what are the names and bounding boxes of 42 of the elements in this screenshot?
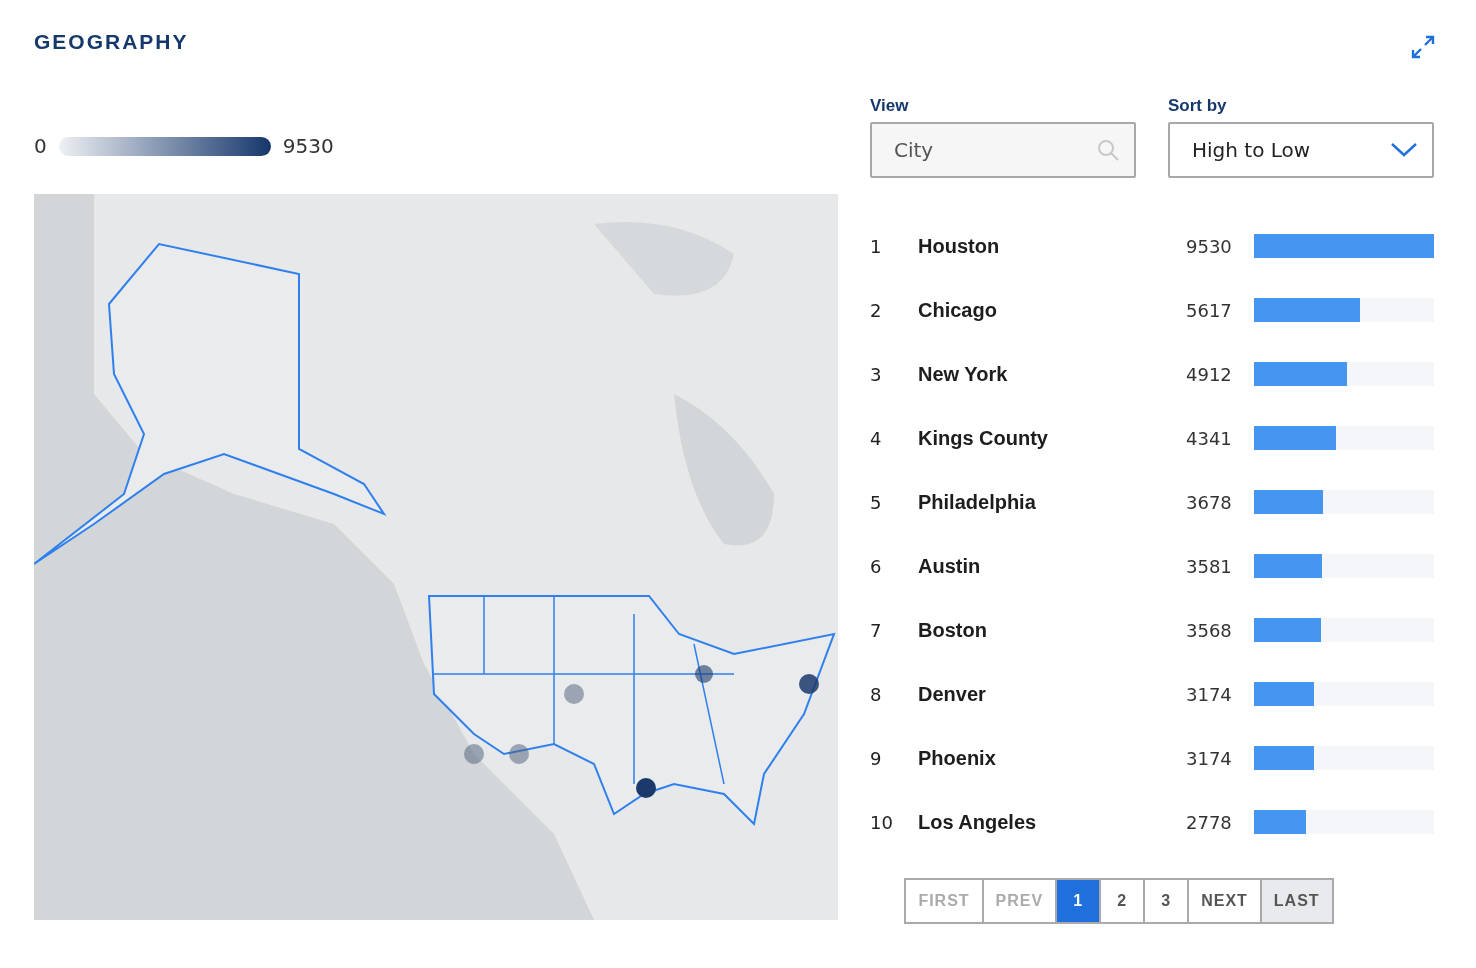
- city-name: Los Angeles: [918, 810, 1038, 834]
- search-field[interactable]: City: [870, 122, 1136, 178]
- rank-number: 3: [870, 363, 883, 385]
- city-name: Phoenix: [918, 746, 997, 770]
- city-name: Boston: [918, 618, 988, 642]
- city-count: 3174: [1185, 747, 1233, 769]
- rank-number: 1: [870, 235, 883, 257]
- legend-min: 0: [34, 134, 47, 158]
- sort-label: Sort by: [1168, 96, 1228, 116]
- city-name: Houston: [918, 234, 1001, 258]
- rank-number: 7: [870, 619, 883, 641]
- rank-number: 10: [870, 811, 894, 833]
- city-count: 3678: [1185, 491, 1233, 513]
- rank-number: 9: [870, 747, 883, 769]
- city-count: 5617: [1185, 299, 1233, 321]
- city-name: Austin: [918, 554, 982, 578]
- city-count: 3174: [1185, 683, 1233, 705]
- page-button[interactable]: LAST: [1259, 880, 1332, 922]
- rank-number: 8: [870, 683, 883, 705]
- page-button[interactable]: 1: [1055, 880, 1100, 922]
- city-count: 4341: [1185, 427, 1233, 449]
- city-count: 2778: [1185, 811, 1233, 833]
- rank-number: 2: [870, 299, 883, 321]
- search-icon: [1096, 138, 1120, 162]
- city-count: 4912: [1185, 363, 1233, 385]
- chevron-down-icon: [1390, 142, 1418, 158]
- rank-number: 4: [870, 427, 883, 449]
- rank-number: 5: [870, 491, 883, 513]
- city-count: 3568: [1185, 619, 1233, 641]
- expand-icon[interactable]: [1410, 34, 1436, 60]
- city-name: Kings County: [918, 426, 1049, 450]
- city-name: New York: [918, 362, 1009, 386]
- city-name: Philadelphia: [918, 490, 1037, 514]
- view-label: View: [870, 96, 910, 116]
- legend-max: 9530: [282, 134, 334, 158]
- city-name: Chicago: [918, 298, 998, 322]
- city-name: Denver: [918, 682, 987, 706]
- sort-dropdown[interactable]: High to Low: [1168, 122, 1434, 178]
- city-count: 9530: [1185, 235, 1233, 257]
- section-title: GEOGRAPHY: [34, 30, 189, 54]
- city-count: 3581: [1185, 555, 1233, 577]
- rank-number: 6: [870, 555, 883, 577]
